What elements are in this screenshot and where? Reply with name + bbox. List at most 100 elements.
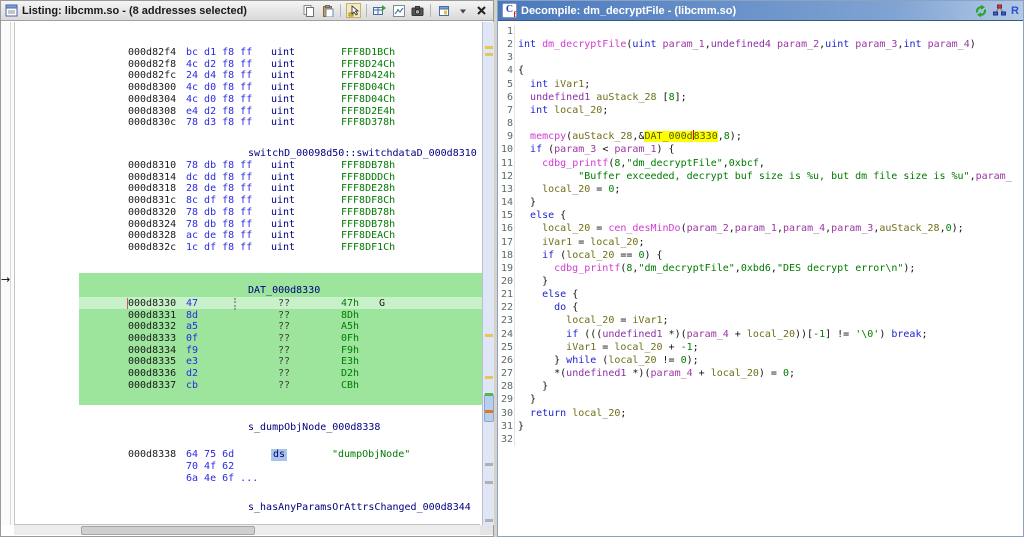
listing-row[interactable]: 000d82f4bc d1 f8 ffuintFFF8D1BCh bbox=[15, 47, 482, 59]
code-token: ; bbox=[584, 79, 590, 90]
code-line[interactable]: 7 int local_20; bbox=[499, 104, 1022, 117]
byte-values: 1c df f8 ff bbox=[186, 242, 252, 254]
code-line[interactable]: 9 memcpy(auStack_28,&DAT_000d8330,8); bbox=[499, 130, 1022, 143]
scrollbar-thumb[interactable] bbox=[81, 526, 255, 535]
operand: FFF8DB78h bbox=[341, 207, 395, 219]
code-line[interactable]: 11 cdbg_printf(8,"dm_decryptFile",0xbcf, bbox=[499, 157, 1022, 170]
code-line[interactable]: 16 local_20 = cen_desMinDo(param_2,param… bbox=[499, 222, 1022, 235]
listing-label-row[interactable]: DAT_000d8330 bbox=[15, 285, 482, 297]
paste-icon[interactable] bbox=[320, 3, 335, 18]
code-token: param_1 bbox=[735, 223, 777, 234]
graph-view-icon[interactable] bbox=[391, 3, 406, 18]
listing-view[interactable]: 000d82f4bc d1 f8 ffuintFFF8D1BCh000d82f8… bbox=[15, 22, 482, 525]
code-token: auStack_28 bbox=[596, 92, 656, 103]
code-line[interactable]: 24 if (((undefined1 *)(param_4 + local_2… bbox=[499, 328, 1022, 341]
code-line[interactable]: 5 int iVar1; bbox=[499, 78, 1022, 91]
listing-row[interactable]: 000d83044c d0 f8 ffuintFFF8D04Ch bbox=[15, 94, 482, 106]
listing-label-row[interactable]: s_hasAnyParamsOrAttrsChanged_000d8344 bbox=[15, 502, 482, 514]
code-token: ))[ bbox=[795, 329, 813, 340]
listing-horizontal-scrollbar[interactable] bbox=[14, 524, 480, 535]
code-token: DAT_000d bbox=[644, 131, 692, 142]
listing-row[interactable]: 000d83330f??0Fh bbox=[15, 333, 482, 345]
code-token: undefined1 bbox=[530, 92, 590, 103]
listing-row[interactable]: 000d8332a5??A5h bbox=[15, 321, 482, 333]
clone-window-icon[interactable] bbox=[436, 3, 451, 18]
code-line[interactable]: 26 } while (local_20 != 0); bbox=[499, 354, 1022, 367]
listing-row[interactable]: 000d8336d2??D2h bbox=[15, 368, 482, 380]
listing-row[interactable]: 000d831078 db f8 ffuintFFF8DB78h bbox=[15, 160, 482, 172]
listing-row[interactable]: 70 4f 62 bbox=[15, 461, 482, 473]
listing-row[interactable]: 000d82fc24 d4 f8 ffuintFFF8D424h bbox=[15, 70, 482, 82]
function-graph-icon[interactable] bbox=[992, 3, 1007, 18]
listing-row[interactable]: 000d833047??47hG bbox=[15, 298, 482, 310]
snapshot-camera-icon[interactable] bbox=[410, 3, 425, 18]
code-line[interactable]: 14 } bbox=[499, 196, 1022, 209]
listing-row[interactable]: 000d833864 75 6dds"dumpObjNode" bbox=[15, 449, 482, 461]
line-number: 8 bbox=[499, 117, 515, 130]
scrollbar-thumb[interactable] bbox=[484, 394, 494, 422]
address: 000d82fc bbox=[128, 70, 176, 82]
listing-row[interactable]: 000d830c78 d3 f8 ffuintFFF8D378h bbox=[15, 117, 482, 129]
code-line[interactable]: 4{ bbox=[499, 64, 1022, 77]
code-line[interactable]: 31} bbox=[499, 420, 1022, 433]
code-token: != bbox=[657, 355, 681, 366]
code-line[interactable]: 20 } bbox=[499, 275, 1022, 288]
code-token bbox=[518, 329, 566, 340]
code-line[interactable]: 12 "Buffer exceeded, decrypt buf size is… bbox=[499, 170, 1022, 183]
diff-view-icon[interactable] bbox=[372, 3, 387, 18]
listing-row[interactable]: 000d8328ac de f8 ffuintFFF8DEACh bbox=[15, 230, 482, 242]
copy-icon[interactable] bbox=[301, 3, 316, 18]
listing-row[interactable]: 000d8335e3??E3h bbox=[15, 356, 482, 368]
address: 000d8310 bbox=[128, 160, 176, 172]
listing-row[interactable]: 000d832c1c df f8 ffuintFFF8DF1Ch bbox=[15, 242, 482, 254]
scrollbar-marker bbox=[485, 463, 493, 466]
code-line[interactable]: 13 local_20 = 0; bbox=[499, 183, 1022, 196]
code-line[interactable]: 22 do { bbox=[499, 301, 1022, 314]
close-icon[interactable] bbox=[474, 3, 489, 18]
listing-row[interactable]: 6a 4e 6f ... bbox=[15, 473, 482, 485]
code-token: iVar1 bbox=[542, 237, 572, 248]
operand: FFF8D424h bbox=[341, 70, 395, 82]
listing-row[interactable]: 000d83004c d0 f8 ffuintFFF8D04Ch bbox=[15, 82, 482, 94]
listing-row[interactable]: 000d832078 db f8 ffuintFFF8DB78h bbox=[15, 207, 482, 219]
code-line[interactable]: 17 iVar1 = local_20; bbox=[499, 236, 1022, 249]
code-line[interactable]: 1 bbox=[499, 25, 1022, 38]
cursor-location-icon[interactable] bbox=[346, 3, 361, 18]
code-line[interactable]: 10 if (param_3 < param_1) { bbox=[499, 143, 1022, 156]
code-line[interactable]: 27 *(undefined1 *)(param_4 + local_20) =… bbox=[499, 367, 1022, 380]
code-line[interactable]: 3 bbox=[499, 51, 1022, 64]
code-line[interactable]: 18 if (local_20 == 0) { bbox=[499, 249, 1022, 262]
code-token bbox=[518, 131, 530, 142]
clipped-toolbar-button[interactable]: R bbox=[1011, 5, 1019, 17]
code-token: break bbox=[891, 329, 921, 340]
code-line[interactable]: 8 bbox=[499, 117, 1022, 130]
code-line[interactable]: 21 else { bbox=[499, 288, 1022, 301]
code-line[interactable]: 15 else { bbox=[499, 209, 1022, 222]
line-number: 27 bbox=[499, 367, 515, 380]
code-line[interactable]: 23 local_20 = iVar1; bbox=[499, 314, 1022, 327]
listing-label-row[interactable]: s_dumpObjNode_000d8338 bbox=[15, 422, 482, 434]
code-line[interactable]: 28 } bbox=[499, 380, 1022, 393]
code-token: iVar1 bbox=[554, 79, 584, 90]
listing-panel-header[interactable]: Listing: libcmm.so - (8 addresses select… bbox=[1, 1, 493, 21]
dropdown-arrow-icon[interactable] bbox=[455, 3, 470, 18]
code-line[interactable]: 29 } bbox=[499, 393, 1022, 406]
listing-row[interactable]: 000d831c8c df f8 ffuintFFF8DF8Ch bbox=[15, 195, 482, 207]
decompile-code-view[interactable]: 12int dm_decryptFile(uint param_1,undefi… bbox=[499, 22, 1022, 535]
code-token: ; bbox=[921, 329, 927, 340]
code-line[interactable]: 19 cdbg_printf(8,"dm_decryptFile",0xbd6,… bbox=[499, 262, 1022, 275]
listing-row[interactable]: 000d831828 de f8 ffuintFFF8DE28h bbox=[15, 183, 482, 195]
byte-values: 8c df f8 ff bbox=[186, 195, 252, 207]
code-line[interactable]: 32 bbox=[499, 433, 1022, 446]
listing-row[interactable]: 000d8337cb??CBh bbox=[15, 380, 482, 392]
listing-panel-title: Listing: libcmm.so - (8 addresses select… bbox=[22, 5, 297, 17]
line-number: 4 bbox=[499, 64, 515, 77]
code-line[interactable]: 25 iVar1 = local_20 + -1; bbox=[499, 341, 1022, 354]
address: 000d8333 bbox=[128, 333, 176, 345]
decompile-panel-header[interactable]: Cf Decompile: dm_decryptFile - (libcmm.s… bbox=[498, 1, 1023, 21]
code-line[interactable]: 2int dm_decryptFile(uint param_1,undefin… bbox=[499, 38, 1022, 51]
listing-label-row[interactable]: switchD_00098d50::switchdataD_000d8310 bbox=[15, 148, 482, 160]
refresh-icon[interactable] bbox=[973, 3, 988, 18]
code-line[interactable]: 30 return local_20; bbox=[499, 407, 1022, 420]
code-line[interactable]: 6 undefined1 auStack_28 [8]; bbox=[499, 91, 1022, 104]
